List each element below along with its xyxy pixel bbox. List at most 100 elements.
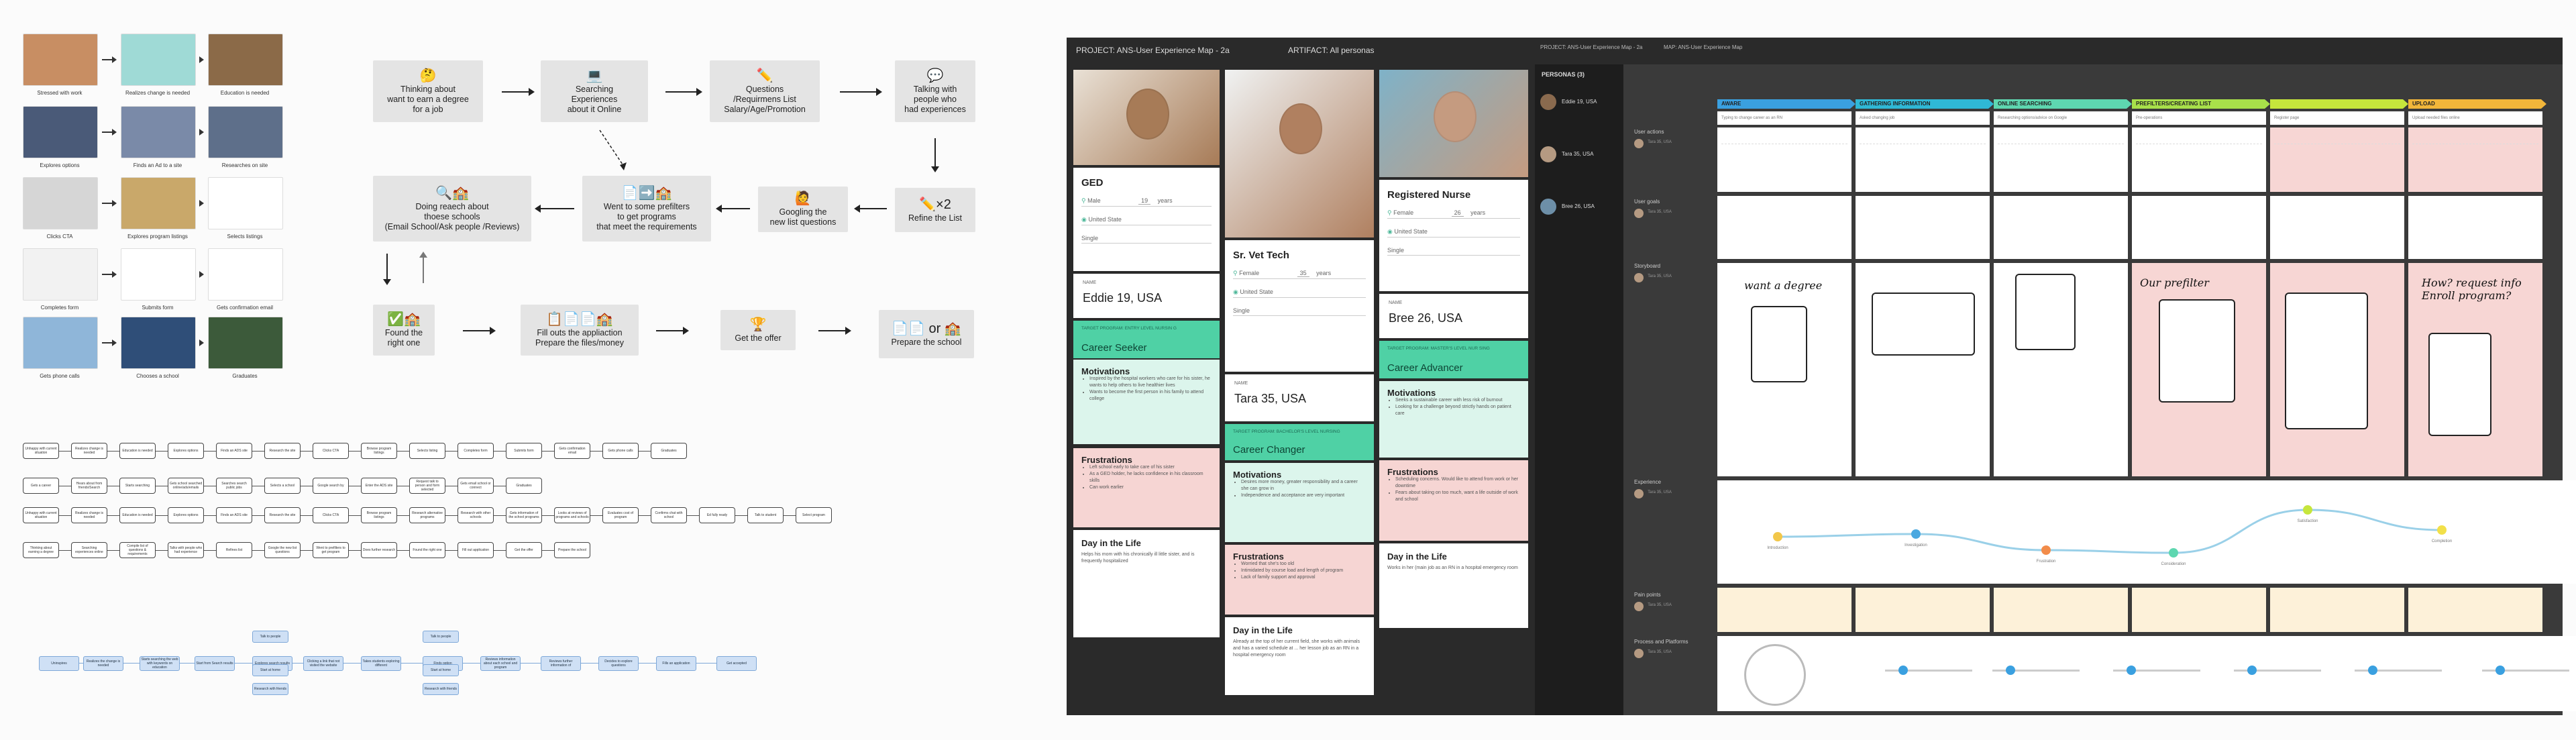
persona-motivations: MotivationsInspired by the hospital work…	[1073, 360, 1220, 444]
frustrations-title: Frustrations	[1387, 467, 1438, 477]
header-right-project: PROJECT: ANS-User Experience Map - 2a	[1540, 44, 1643, 50]
user-goals-cell	[1994, 196, 2128, 259]
arrow	[199, 200, 204, 207]
user-goals-cell	[2270, 196, 2404, 259]
user-actions-cell	[1856, 127, 1990, 192]
flow-node: Gets email school or connect	[458, 478, 494, 494]
years: years	[1470, 209, 1486, 216]
age: 19	[1138, 197, 1151, 205]
persona-list-item[interactable]: Eddie 19, USA	[1540, 91, 1621, 114]
arrow	[419, 252, 427, 283]
journey-step-offer: 🏆 Get the offer	[720, 310, 796, 350]
flow-node: Research with other schools	[458, 507, 494, 523]
flow-node: Select program	[796, 507, 832, 523]
flow-node: Graduates	[506, 478, 542, 494]
location: United State	[1088, 216, 1122, 223]
persona-name: Tara 35, USA	[1234, 392, 1307, 405]
experience-point-label: Satisfaction	[2297, 519, 2318, 523]
flow-node: Realizes change is needed	[71, 507, 107, 523]
row-avatar	[1634, 273, 1644, 282]
flow-node: Selects a school	[264, 478, 301, 494]
storyboard-sketch-text: How? request info Enroll program?	[2422, 276, 2522, 302]
persona-day-in-life: Day in the Life Works in her (main job a…	[1379, 543, 1528, 628]
journey-step-talking: 💬 Talking with people who had experiences	[895, 60, 975, 122]
action-text: Pre-operations	[2136, 116, 2163, 120]
name-label: NAME	[1234, 381, 1248, 386]
action-cell: Asked changing job	[1856, 111, 1990, 125]
flow-node: Talk to student	[747, 507, 784, 523]
day-text: Already at the top of her current field,…	[1233, 639, 1360, 657]
flow-node: Fill out application	[458, 542, 494, 558]
blue-flow-node: Clicking a link that not visited the web…	[303, 656, 343, 671]
blue-flow-branch: Talk to people	[423, 631, 459, 643]
row-avatar	[1634, 139, 1644, 148]
flow-node: Does further research	[361, 542, 397, 558]
row-label-text: Storyboard	[1634, 263, 1661, 269]
header-right-map: MAP: ANS-User Experience Map	[1664, 44, 1743, 50]
target-type: Career Changer	[1233, 444, 1305, 456]
frustration-item: Scheduling concerns. Would like to atten…	[1395, 476, 1520, 490]
user-actions-cell	[2270, 127, 2404, 192]
frustration-item: Worried that she's too old	[1241, 561, 1366, 568]
flow-node: Research the site	[264, 507, 301, 523]
arrow	[383, 254, 391, 285]
flow-node: Explores options	[168, 507, 204, 523]
day-title: Day in the Life	[1387, 551, 1447, 562]
frustration-item: As a GED holder, he lacks confidence in …	[1089, 471, 1212, 484]
persona-info-card: Registered Nurse ⚲ Female 26 years ◉ Uni…	[1379, 180, 1528, 291]
text-lines	[2412, 131, 2538, 144]
gender-row: ⚲ Male 19 years	[1081, 197, 1212, 207]
process-node-icon	[2496, 666, 2505, 675]
persona-list-item[interactable]: Bree 26, USA	[1540, 196, 1621, 219]
arrow	[854, 205, 887, 213]
arrow	[102, 129, 117, 136]
target-type: Career Seeker	[1081, 342, 1147, 354]
text-lines	[1721, 131, 1847, 144]
years: years	[1316, 270, 1332, 276]
years: years	[1157, 197, 1173, 204]
user-actions-cell	[1717, 127, 1851, 192]
persona-target-card: TARGET PROGRAM: BACHELOR'S LEVEL NURSING…	[1225, 424, 1374, 460]
status-row: Single	[1233, 307, 1366, 316]
blue-flow-node: Get accepted	[716, 656, 757, 671]
persona-photo	[1225, 70, 1374, 237]
journey-step-research-schools: 🔍🏫 Doing reaech about thoese schools (Email…	[373, 176, 531, 242]
persona-list-name: Tara 35, USA	[1562, 151, 1594, 157]
flow-node: Searches search public jobs	[216, 478, 252, 494]
persona-motivations: MotivationsDesires more money, greater r…	[1225, 463, 1374, 542]
text-lines	[1998, 131, 2124, 144]
action-text: Researching options/advice on Google	[1998, 116, 2068, 120]
flow-node: Clicks CTA	[313, 443, 349, 459]
persona-list-item[interactable]: Tara 35, USA	[1540, 144, 1621, 166]
avatar	[1540, 199, 1556, 215]
row-label-text: User goals	[1634, 199, 1660, 205]
persona-name: Bree 26, USA	[1389, 311, 1463, 325]
location: United State	[1240, 288, 1273, 295]
story-photo	[208, 317, 283, 369]
row-user: Tara 35, USA	[1648, 140, 1672, 145]
story-photo	[208, 34, 283, 86]
flow-node: Gets a career	[23, 478, 59, 494]
experience-point-label: Introduction	[1767, 546, 1788, 550]
user-actions-cell	[1994, 127, 2128, 192]
flow-node: Talks with people who had experience	[168, 542, 204, 558]
arrow	[102, 271, 117, 278]
flow-node: Clicks CTA	[313, 507, 349, 523]
pain-points-cell	[1717, 588, 1851, 632]
flow-node: Gets confirmation email	[554, 443, 590, 459]
action-cell: Upload needed files online	[2408, 111, 2542, 125]
persona-name: Eddie 19, USA	[1083, 291, 1163, 305]
blue-flow-node: Decides to explore questions	[598, 656, 639, 671]
persona-title: Sr. Vet Tech	[1233, 250, 1289, 261]
process-node-icon	[1898, 666, 1908, 675]
experience-point-label: Consideration	[2161, 562, 2186, 566]
experience-emotion-icon	[2437, 525, 2447, 535]
flow-node: Confirms chat with school	[651, 507, 687, 523]
story-photo	[23, 317, 98, 369]
blue-flow-branch: Research with friends	[423, 683, 459, 695]
storyboard-sketch	[2428, 333, 2491, 436]
flow-node: Selects listing	[409, 443, 445, 459]
experience-point-label: Completion	[2432, 539, 2452, 543]
storyboard-sketch	[2159, 299, 2235, 403]
row-label: Experience Tara 35, USA	[1634, 479, 1708, 498]
